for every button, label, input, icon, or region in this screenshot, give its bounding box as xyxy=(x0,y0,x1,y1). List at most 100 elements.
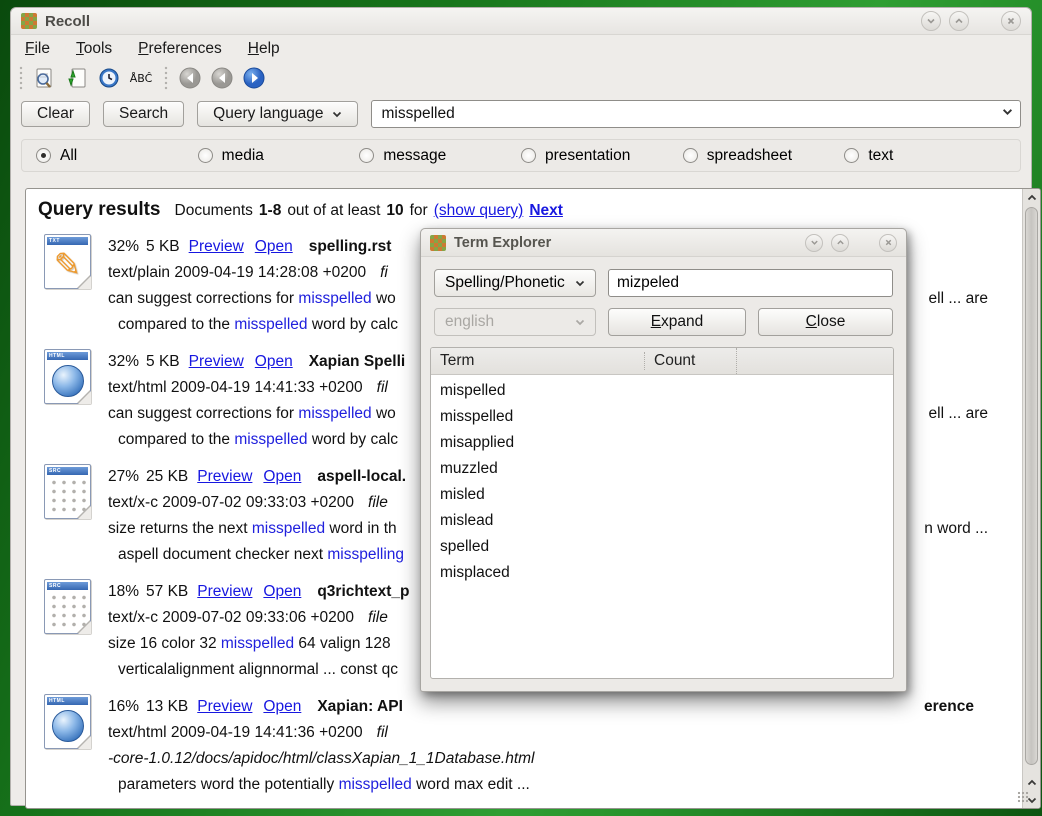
preview-link[interactable]: Preview xyxy=(197,464,252,490)
column-count[interactable]: Count xyxy=(644,352,736,370)
scroll-thumb[interactable] xyxy=(1025,207,1038,765)
close-button[interactable] xyxy=(879,234,897,252)
filter-text[interactable]: text xyxy=(844,147,1006,165)
window-title: Recoll xyxy=(45,13,913,30)
globe-icon xyxy=(52,710,84,742)
globe-icon xyxy=(52,365,84,397)
open-link[interactable]: Open xyxy=(263,579,301,605)
chevron-up-icon xyxy=(1027,779,1037,787)
tool-bar: ÅBĈ xyxy=(11,62,1031,96)
chevron-down-icon xyxy=(810,238,819,247)
clear-button[interactable]: Clear xyxy=(21,101,90,127)
pencil-icon: ✎ xyxy=(54,245,82,285)
chevron-up-icon xyxy=(954,16,964,26)
scroll-up-button[interactable] xyxy=(1023,774,1040,791)
maximize-button[interactable] xyxy=(831,234,849,252)
shade-button[interactable] xyxy=(805,234,823,252)
page-next-icon[interactable] xyxy=(241,65,267,91)
term-row[interactable]: misplaced xyxy=(440,560,893,586)
search-input[interactable] xyxy=(371,100,1021,128)
recoll-logo-icon xyxy=(430,235,446,251)
column-term[interactable]: Term xyxy=(431,352,644,370)
expand-button[interactable]: Expand xyxy=(608,308,746,336)
term-row[interactable]: spelled xyxy=(440,534,893,560)
filter-all[interactable]: All xyxy=(36,147,198,165)
maximize-button[interactable] xyxy=(949,11,969,31)
chevron-down-icon xyxy=(1002,108,1013,116)
page-previous-icon[interactable] xyxy=(209,65,235,91)
show-query-link[interactable]: (show query) xyxy=(434,202,524,220)
source-code-icon xyxy=(49,478,87,516)
chevron-down-icon xyxy=(926,16,936,26)
term-list: mispelled misspelled misapplied muzzled … xyxy=(431,375,893,586)
search-button[interactable]: Search xyxy=(103,101,184,127)
result-row: HTML 16%13 KBPreviewOpenXapian: APIerenc… xyxy=(44,694,1022,798)
preview-link[interactable]: Preview xyxy=(189,349,244,375)
text-file-icon: TXT✎ xyxy=(44,234,91,289)
filter-spreadsheet[interactable]: spreadsheet xyxy=(683,147,845,165)
scroll-track[interactable] xyxy=(1023,206,1040,774)
filter-media[interactable]: media xyxy=(198,147,360,165)
source-file-icon: SRC xyxy=(44,579,91,634)
recoll-logo-icon xyxy=(21,13,37,29)
html-file-icon: HTML xyxy=(44,349,91,404)
filter-message[interactable]: message xyxy=(359,147,521,165)
chevron-up-icon xyxy=(1027,194,1037,202)
preview-link[interactable]: Preview xyxy=(197,694,252,720)
dialog-title-bar[interactable]: Term Explorer xyxy=(421,229,906,257)
result-url: -core-1.0.12/docs/apidoc/html/classXapia… xyxy=(108,750,535,767)
result-title: aspell-local. xyxy=(317,464,406,490)
document-update-icon[interactable] xyxy=(64,65,90,91)
term-row[interactable]: misspelled xyxy=(440,404,893,430)
result-title: q3richtext_p xyxy=(317,579,409,605)
filter-presentation[interactable]: presentation xyxy=(521,147,683,165)
menu-help[interactable]: Help xyxy=(248,40,280,58)
resize-grip[interactable] xyxy=(1017,791,1029,803)
term-row[interactable]: misapplied xyxy=(440,430,893,456)
term-row[interactable]: misled xyxy=(440,482,893,508)
preview-link[interactable]: Preview xyxy=(197,579,252,605)
source-code-icon xyxy=(49,593,87,631)
expand-mode-dropdown[interactable]: Spelling/Phonetic xyxy=(434,269,596,297)
close-x-icon xyxy=(1006,16,1016,26)
chevron-down-icon xyxy=(575,280,585,287)
next-page-link[interactable]: Next xyxy=(529,202,563,220)
page-first-icon[interactable] xyxy=(177,65,203,91)
term-row[interactable]: muzzled xyxy=(440,456,893,482)
result-range: 1-8 xyxy=(259,202,281,220)
open-link[interactable]: Open xyxy=(263,464,301,490)
radio-icon xyxy=(36,148,51,163)
result-count: 10 xyxy=(386,202,403,220)
language-dropdown[interactable]: english xyxy=(434,308,596,336)
radio-icon xyxy=(844,148,859,163)
query-language-dropdown[interactable]: Query language xyxy=(197,101,358,127)
document-preview-icon[interactable] xyxy=(32,65,58,91)
scroll-up-button[interactable] xyxy=(1023,189,1040,206)
history-clock-icon[interactable] xyxy=(96,65,122,91)
open-link[interactable]: Open xyxy=(255,234,293,260)
search-row: Clear Search Query language xyxy=(11,96,1031,134)
open-link[interactable]: Open xyxy=(263,694,301,720)
dialog-close-button[interactable]: Close xyxy=(758,308,893,336)
term-table: Term Count mispelled misspelled misappli… xyxy=(430,347,894,679)
shade-button[interactable] xyxy=(921,11,941,31)
menu-preferences[interactable]: Preferences xyxy=(138,40,222,58)
result-title: Xapian: API xyxy=(317,694,403,720)
toolbar-separator xyxy=(162,66,169,90)
title-bar[interactable]: Recoll xyxy=(11,8,1031,35)
preview-link[interactable]: Preview xyxy=(189,234,244,260)
chevron-down-icon xyxy=(575,319,585,326)
term-row[interactable]: mislead xyxy=(440,508,893,534)
menu-file[interactable]: File xyxy=(25,40,50,58)
html-file-icon: HTML xyxy=(44,694,91,749)
menu-tools[interactable]: Tools xyxy=(76,40,112,58)
close-button[interactable] xyxy=(1001,11,1021,31)
open-link[interactable]: Open xyxy=(255,349,293,375)
results-scrollbar[interactable] xyxy=(1022,189,1040,808)
term-input[interactable] xyxy=(608,269,893,297)
spellcheck-abc-icon[interactable]: ÅBĈ xyxy=(128,65,154,91)
term-row[interactable]: mispelled xyxy=(440,378,893,404)
radio-icon xyxy=(683,148,698,163)
radio-icon xyxy=(521,148,536,163)
source-file-icon: SRC xyxy=(44,464,91,519)
